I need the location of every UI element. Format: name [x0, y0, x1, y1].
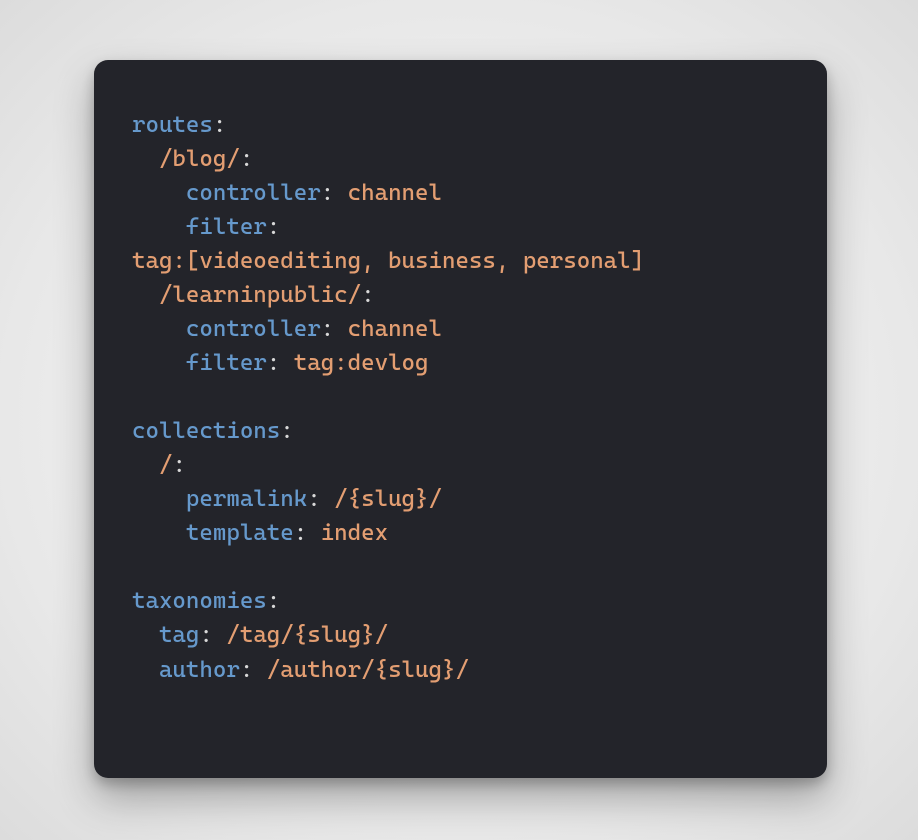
key-collections: collections	[132, 418, 280, 444]
code-block: routes: /blog/: controller: channel filt…	[132, 108, 789, 687]
value-author: /author/{slug}/	[267, 657, 469, 683]
colon: :	[307, 486, 320, 512]
key-author: author	[159, 657, 240, 683]
colon: :	[240, 146, 253, 172]
value-permalink: /{slug}/	[334, 486, 442, 512]
key-permalink: permalink	[186, 486, 307, 512]
path-root: /	[159, 452, 172, 478]
colon: :	[267, 214, 280, 240]
colon: :	[280, 418, 293, 444]
key-template: template	[186, 520, 294, 546]
colon: :	[321, 316, 334, 342]
colon: :	[172, 452, 185, 478]
colon: :	[361, 282, 374, 308]
key-filter: filter	[186, 214, 267, 240]
value-tag: /tag/{slug}/	[226, 622, 388, 648]
colon: :	[267, 588, 280, 614]
colon: :	[199, 622, 212, 648]
colon: :	[213, 112, 226, 138]
colon: :	[294, 520, 307, 546]
value-learn-filter: tag:devlog	[294, 350, 429, 376]
key-routes: routes	[132, 112, 213, 138]
value-blog-filter: tag:[videoediting, business, personal]	[132, 248, 644, 274]
code-card: routes: /blog/: controller: channel filt…	[94, 60, 827, 778]
value-template: index	[321, 520, 388, 546]
colon: :	[267, 350, 280, 376]
key-tag: tag	[159, 622, 199, 648]
value-channel: channel	[348, 180, 442, 206]
key-controller: controller	[186, 316, 321, 342]
path-blog: /blog/	[159, 146, 240, 172]
key-taxonomies: taxonomies	[132, 588, 267, 614]
key-controller: controller	[186, 180, 321, 206]
path-learninpublic: /learninpublic/	[159, 282, 361, 308]
key-filter: filter	[186, 350, 267, 376]
colon: :	[321, 180, 334, 206]
value-channel: channel	[348, 316, 442, 342]
colon: :	[240, 657, 253, 683]
